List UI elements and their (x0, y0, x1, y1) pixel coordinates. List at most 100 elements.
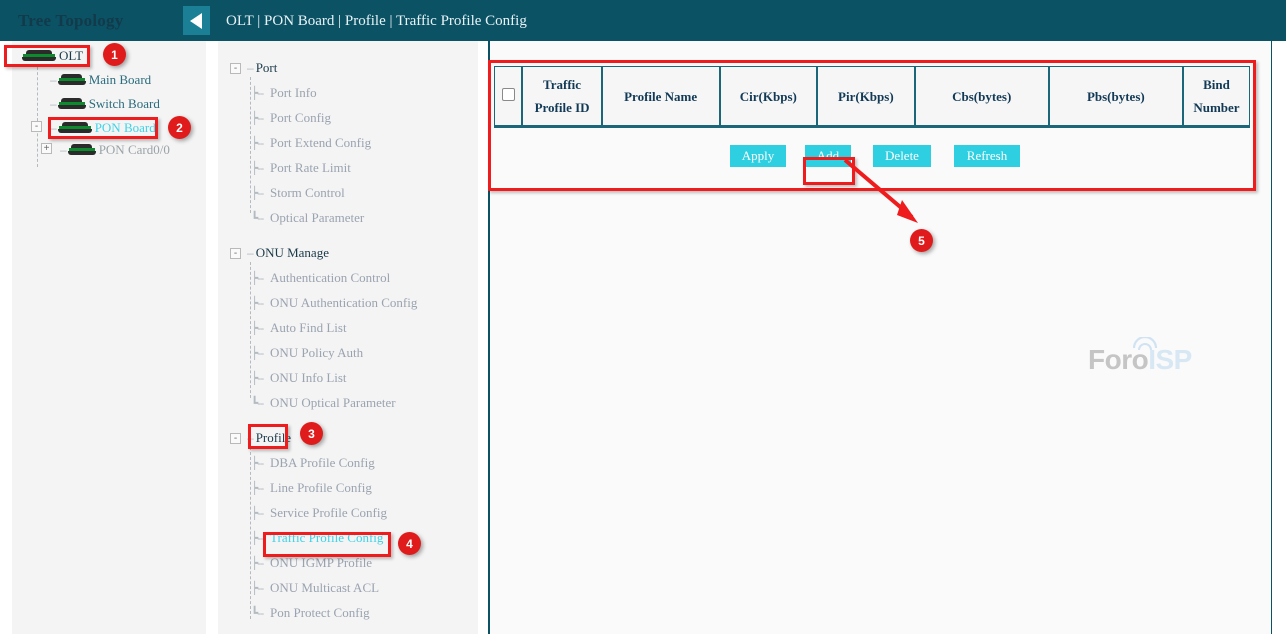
watermark-part-two: ISP (1148, 344, 1192, 375)
nav-group-port[interactable]: – Port (247, 60, 277, 76)
column-profile-name: Profile Name (602, 66, 720, 126)
nav-branch-dash: ┝-- (251, 161, 263, 175)
breadcrumb: OLT | PON Board | Profile | Traffic Prof… (226, 13, 527, 30)
sidebar-collapse-button[interactable] (183, 6, 210, 35)
nav-group-label: Profile (256, 430, 291, 446)
nav-branch-dash: ┝-- (251, 531, 263, 545)
nav-item-traffic-profile-config[interactable]: Traffic Profile Config (270, 530, 383, 546)
annotation-badge-1: 1 (103, 43, 126, 66)
nav-item-auto-find-list[interactable]: Auto Find List (270, 320, 347, 336)
tree-expander-pon-board[interactable]: - (31, 121, 42, 132)
nav-group-onu-manage[interactable]: – ONU Manage (247, 245, 329, 261)
tree-item-pon-board[interactable]: – PON Board (50, 118, 156, 138)
nav-item-onu-policy-auth[interactable]: ONU Policy Auth (270, 345, 363, 361)
tree-trunk-line (37, 67, 38, 167)
nav-item-onu-optical-parameter[interactable]: ONU Optical Parameter (270, 395, 396, 411)
tree-item-pon-card[interactable]: – PON Card0/0 (60, 140, 170, 160)
select-all-cell (494, 66, 522, 126)
nav-branch-dash: ┗-- (251, 211, 263, 225)
tree-item-label: PON Card0/0 (99, 142, 170, 158)
refresh-button[interactable]: Refresh (954, 145, 1020, 167)
tree-branch-dash: – (50, 97, 56, 111)
nav-item-dba-profile-config[interactable]: DBA Profile Config (270, 455, 375, 471)
annotation-badge-3: 3 (300, 422, 323, 445)
add-button[interactable]: Add (805, 145, 851, 167)
tree-branch-dash: – (50, 121, 56, 135)
nav-item-onu-multicast-acl[interactable]: ONU Multicast ACL (270, 580, 379, 596)
nav-item-optical-parameter[interactable]: Optical Parameter (270, 210, 364, 226)
tree-branch-dash: – (60, 143, 66, 157)
nav-group-label: Port (256, 60, 278, 76)
nav-branch-dash: ┗-- (251, 606, 263, 620)
column-bind-number: Bind Number (1183, 66, 1250, 126)
top-header-bar: OLT | PON Board | Profile | Traffic Prof… (218, 0, 1286, 41)
nav-expander-port[interactable]: - (230, 63, 241, 74)
nav-item-port-info[interactable]: Port Info (270, 85, 317, 101)
nav-branch-dash: – (247, 246, 253, 260)
nav-branch-dash: ┗-- (251, 396, 263, 410)
nav-branch-dash: ┝-- (251, 456, 263, 470)
nav-branch-dash: ┝-- (251, 186, 263, 200)
tree-branch-dash: – (50, 73, 56, 87)
delete-button[interactable]: Delete (873, 145, 931, 167)
sidebar-title: Tree Topology (18, 11, 123, 31)
nav-branch-dash: ┝-- (251, 346, 263, 360)
nav-item-storm-control[interactable]: Storm Control (270, 185, 345, 201)
device-icon (68, 144, 96, 156)
chevron-left-icon (190, 13, 202, 29)
nav-item-line-profile-config[interactable]: Line Profile Config (270, 480, 372, 496)
device-icon (58, 122, 92, 134)
tree-item-olt[interactable]: OLT (22, 46, 83, 66)
tree-item-label: PON Board (95, 120, 156, 136)
nav-branch-dash: ┝-- (251, 296, 263, 310)
nav-item-onu-igmp-profile[interactable]: ONU IGMP Profile (270, 555, 372, 571)
device-icon (22, 50, 56, 62)
tree-topology-sidebar: Tree Topology OLT – Main Board (0, 0, 218, 634)
apply-button[interactable]: Apply (730, 145, 786, 167)
nav-item-service-profile-config[interactable]: Service Profile Config (270, 505, 387, 521)
column-pir-kbps: Pir(Kbps) (817, 66, 915, 126)
column-pbs-bytes: Pbs(bytes) (1049, 66, 1183, 126)
tree-item-label: Switch Board (89, 96, 160, 112)
nav-item-onu-authentication-config[interactable]: ONU Authentication Config (270, 295, 417, 311)
nav-branch-dash: ┝-- (251, 321, 263, 335)
tree-item-label: OLT (59, 48, 83, 64)
device-icon (58, 98, 86, 110)
column-cbs-bytes: Cbs(bytes) (915, 66, 1049, 126)
feature-nav-panel: - – Port ┝-- Port Info ┝-- Port Config ┝… (218, 41, 478, 634)
nav-item-pon-protect-config[interactable]: Pon Protect Config (270, 605, 370, 621)
nav-branch-dash: ┝-- (251, 111, 263, 125)
traffic-profile-table-block: Traffic Profile ID Profile Name Cir(Kbps… (490, 61, 1260, 191)
select-all-checkbox[interactable] (502, 88, 515, 101)
tree-expander-pon-card[interactable]: + (41, 143, 52, 154)
nav-branch-dash: ┝-- (251, 371, 263, 385)
nav-branch-dash: – (247, 431, 253, 445)
nav-group-label: ONU Manage (256, 245, 329, 261)
tree-item-main-board[interactable]: – Main Board (50, 70, 151, 90)
nav-expander-onu-manage[interactable]: - (230, 248, 241, 259)
sidebar-header: Tree Topology (0, 0, 218, 41)
nav-group-profile[interactable]: – Profile (247, 430, 291, 446)
app-root: Tree Topology OLT – Main Board (0, 0, 1286, 634)
column-traffic-profile-id: Traffic Profile ID (522, 66, 601, 126)
annotation-badge-2: 2 (168, 116, 191, 139)
tree-item-switch-board[interactable]: – Switch Board (50, 94, 160, 114)
nav-branch-dash: ┝-- (251, 136, 263, 150)
nav-item-port-extend-config[interactable]: Port Extend Config (270, 135, 371, 151)
nav-branch-dash: ┝-- (251, 481, 263, 495)
nav-item-port-config[interactable]: Port Config (270, 110, 331, 126)
nav-branch-dash: ┝-- (251, 271, 263, 285)
nav-item-authentication-control[interactable]: Authentication Control (270, 270, 390, 286)
watermark-part-one: Foro (1088, 344, 1148, 375)
nav-item-onu-info-list[interactable]: ONU Info List (270, 370, 347, 386)
nav-branch-dash: ┝-- (251, 581, 263, 595)
nav-branch-dash: ┝-- (251, 86, 263, 100)
annotation-badge-4: 4 (398, 532, 421, 555)
nav-expander-profile[interactable]: - (230, 433, 241, 444)
foroisp-watermark: ForoISP (1088, 344, 1192, 376)
nav-item-port-rate-limit[interactable]: Port Rate Limit (270, 160, 351, 176)
annotation-badge-5: 5 (910, 229, 933, 252)
traffic-profile-table: Traffic Profile ID Profile Name Cir(Kbps… (494, 66, 1250, 126)
nav-branch-dash: ┝-- (251, 506, 263, 520)
tree-item-label: Main Board (89, 72, 151, 88)
